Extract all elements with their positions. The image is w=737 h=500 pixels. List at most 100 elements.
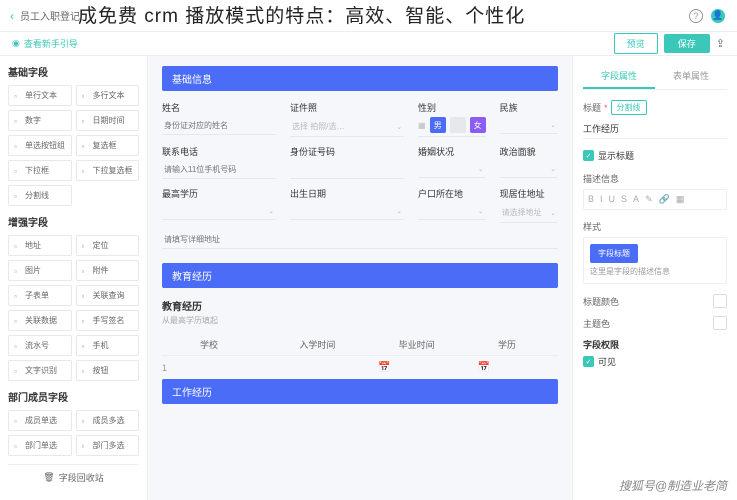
field-type-item[interactable]: ▫日期时间: [76, 110, 140, 131]
table-row[interactable]: 1📅📅: [162, 356, 558, 379]
field-type-item[interactable]: ▫手写签名: [76, 310, 140, 331]
form-field[interactable]: [162, 231, 558, 249]
theme-color-swatch[interactable]: [713, 316, 727, 330]
form-field[interactable]: 身份证号码: [290, 145, 404, 179]
field-icon: ▫: [82, 317, 90, 325]
chevron-down-icon: ⌄: [550, 121, 556, 129]
side-section-title: 部门成员字段: [8, 389, 139, 404]
watermark: 搜狐号@制造业老简: [619, 477, 727, 494]
help-icon[interactable]: ?: [689, 9, 703, 23]
field-type-item[interactable]: ▫成员单选: [8, 410, 72, 431]
field-type-item[interactable]: ▫地址: [8, 235, 72, 256]
image-icon[interactable]: ▦: [676, 194, 685, 205]
highlight-icon[interactable]: ✎: [645, 194, 653, 205]
field-type-item[interactable]: ▫下拉复选框: [76, 160, 140, 181]
form-field[interactable]: 民族⌄: [500, 101, 558, 137]
form-field[interactable]: 证件照选择 拍照/选…⌄: [290, 101, 404, 137]
side-section-title: 基础字段: [8, 64, 139, 79]
text-input[interactable]: [290, 161, 404, 179]
field-type-item[interactable]: ▫关联数据: [8, 310, 72, 331]
text-input[interactable]: [162, 231, 558, 249]
strike-icon[interactable]: S: [621, 194, 627, 205]
avatar[interactable]: 👤: [711, 9, 725, 23]
field-icon: ▫: [14, 192, 22, 200]
select-field[interactable]: ⌄: [418, 203, 486, 220]
sidebar: 基础字段 ▫单行文本▫多行文本▫数字▫日期时间▫单选按钮组▫复选框▫下拉框▫下拉复…: [0, 56, 148, 500]
select-field[interactable]: ⌄: [500, 161, 558, 178]
field-type-item[interactable]: ▫单选按钮组: [8, 135, 72, 156]
form-field[interactable]: 性别▦男女: [418, 101, 486, 137]
field-icon: ▫: [14, 292, 22, 300]
field-type-item[interactable]: ▫关联查询: [76, 285, 140, 306]
right-panel: 字段属性 表单属性 标题* 分割线 工作经历 ✓ 显示标题 描述信息 B I U…: [572, 56, 737, 500]
field-icon: ▫: [82, 417, 90, 425]
bold-icon[interactable]: B: [588, 194, 594, 205]
field-icon: ▫: [82, 167, 90, 175]
select-field[interactable]: 选择 拍照/选…⌄: [290, 117, 404, 137]
section-header[interactable]: 教育经历: [162, 263, 558, 288]
table-header: 学校入学时间毕业时间学历: [162, 334, 558, 356]
trash-icon: 🗑: [43, 472, 54, 483]
calendar-icon[interactable]: 📅: [478, 362, 490, 373]
link-icon[interactable]: 🔗: [659, 194, 670, 205]
split-badge[interactable]: 分割线: [611, 100, 647, 115]
section-header[interactable]: 基础信息: [162, 66, 558, 91]
calendar-icon[interactable]: 📅: [378, 362, 390, 373]
form-field[interactable]: 婚姻状况⌄: [418, 145, 486, 179]
field-type-item[interactable]: ▫单行文本: [8, 85, 72, 106]
field-type-item[interactable]: ▫按钮: [76, 360, 140, 381]
form-field[interactable]: 姓名: [162, 101, 276, 137]
form-field[interactable]: 最高学历⌄: [162, 187, 276, 223]
field-type-item[interactable]: ▫定位: [76, 235, 140, 256]
radio-female[interactable]: 女: [470, 117, 486, 133]
select-field[interactable]: ⌄: [500, 117, 558, 134]
field-type-item[interactable]: ▫流水号: [8, 335, 72, 356]
select-field[interactable]: ⌄: [418, 161, 486, 178]
select-field[interactable]: ⌄: [290, 203, 404, 220]
field-icon: ▫: [14, 342, 22, 350]
recycle-bin[interactable]: 🗑 字段回收站: [8, 464, 139, 490]
title-color-swatch[interactable]: [713, 294, 727, 308]
title-value[interactable]: 工作经历: [583, 119, 727, 139]
tab-field-props[interactable]: 字段属性: [583, 64, 655, 89]
field-type-item[interactable]: ▫手机: [76, 335, 140, 356]
radio-male[interactable]: 男: [430, 117, 446, 133]
field-type-item[interactable]: ▫成员多选: [76, 410, 140, 431]
field-type-item[interactable]: ▫部门单选: [8, 435, 72, 456]
field-type-item[interactable]: ▫分割线: [8, 185, 72, 206]
field-type-item[interactable]: ▫附件: [76, 260, 140, 281]
form-field[interactable]: 户口所在地⌄: [418, 187, 486, 223]
italic-icon[interactable]: I: [600, 194, 603, 205]
show-title-checkbox[interactable]: ✓: [583, 150, 594, 161]
select-field[interactable]: ⌄: [162, 203, 276, 220]
text-input[interactable]: [162, 161, 276, 179]
field-type-item[interactable]: ▫图片: [8, 260, 72, 281]
tab-form-props[interactable]: 表单属性: [655, 64, 727, 89]
field-type-item[interactable]: ▫下拉框: [8, 160, 72, 181]
field-type-item[interactable]: ▫部门多选: [76, 435, 140, 456]
back-arrow[interactable]: ‹: [10, 9, 14, 23]
form-field[interactable]: 政治面貌⌄: [500, 145, 558, 179]
style-preview-box[interactable]: 字段标题 这里是字段的描述信息: [583, 237, 727, 284]
form-field[interactable]: 现居住地址请选择地址⌄: [500, 187, 558, 223]
form-field[interactable]: 联系电话: [162, 145, 276, 179]
field-type-item[interactable]: ▫多行文本: [76, 85, 140, 106]
text-input[interactable]: [162, 117, 276, 135]
guide-link[interactable]: ◉ 查看新手引导: [12, 37, 78, 50]
select-field[interactable]: 请选择地址⌄: [500, 203, 558, 223]
font-icon[interactable]: A: [633, 194, 639, 205]
section-header[interactable]: 工作经历: [162, 379, 558, 404]
share-icon[interactable]: ⇪: [716, 37, 725, 50]
underline-icon[interactable]: U: [609, 194, 616, 205]
field-type-item[interactable]: ▫子表单: [8, 285, 72, 306]
form-field[interactable]: 出生日期⌄: [290, 187, 404, 223]
visible-checkbox[interactable]: ✓: [583, 356, 594, 367]
field-type-item[interactable]: ▫数字: [8, 110, 72, 131]
preview-button[interactable]: 预览: [614, 33, 658, 54]
canvas: 基础信息姓名证件照选择 拍照/选…⌄性别▦男女民族⌄联系电话身份证号码婚姻状况⌄…: [148, 56, 572, 500]
field-type-item[interactable]: ▫复选框: [76, 135, 140, 156]
field-type-item[interactable]: ▫文字识别: [8, 360, 72, 381]
field-icon: ▫: [82, 92, 90, 100]
radio-blank[interactable]: [450, 117, 466, 133]
save-button[interactable]: 保存: [664, 34, 710, 53]
